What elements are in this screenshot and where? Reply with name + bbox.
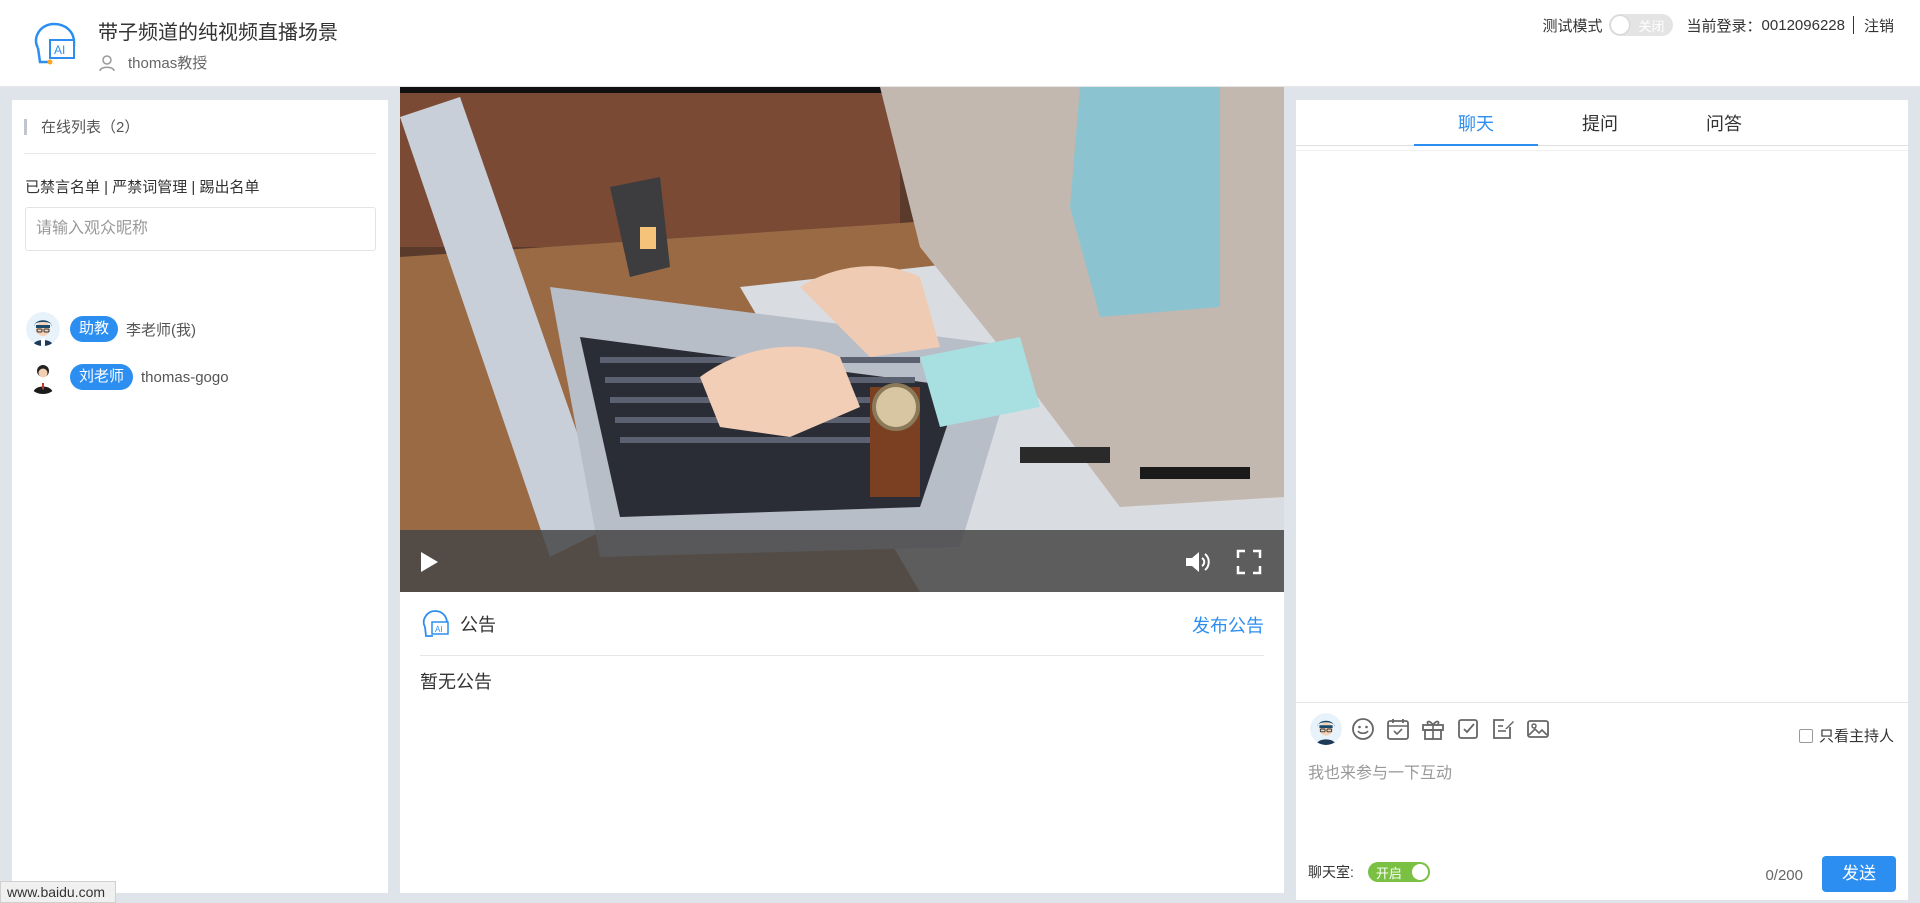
avatar (1310, 713, 1342, 745)
publish-notice-link[interactable]: 发布公告 (1192, 612, 1264, 638)
muted-list-link[interactable]: 已禁言名单 (25, 179, 100, 196)
banned-words-link[interactable]: 严禁词管理 (112, 179, 187, 196)
admin-links: 已禁言名单 | 严禁词管理 | 踢出名单 (25, 176, 260, 197)
fullscreen-icon[interactable] (1236, 549, 1262, 575)
kicked-list-link[interactable]: 踢出名单 (200, 179, 260, 196)
login-label: 当前登录： (1686, 17, 1762, 35)
status-bar-url: www.baidu.com (0, 881, 117, 903)
calendar-icon[interactable] (1385, 716, 1411, 742)
test-mode-label: 测试模式 (1542, 17, 1603, 35)
video-frame-image (400, 87, 1284, 592)
divider (24, 153, 376, 154)
notice-empty-text: 暂无公告 (420, 672, 492, 692)
avatar (26, 312, 60, 346)
link-separator: | (100, 179, 113, 196)
chat-input-area: 只看主持人 聊天室: 开启 0/200 发送 (1296, 702, 1908, 900)
tab-qa[interactable]: 问答 (1662, 110, 1786, 146)
chat-panel: 聊天 提问 问答 只看主持人 我也来参与一下互动 聊天室: 开启 0/200 发… (1296, 100, 1908, 900)
login-id: 0012096228 (1761, 16, 1845, 34)
play-icon[interactable] (418, 550, 440, 574)
checkbox-box[interactable] (1798, 728, 1813, 743)
test-mode-toggle[interactable]: 关闭 (1608, 14, 1673, 36)
chat-toolbar (1310, 713, 1560, 745)
avatar (26, 360, 60, 394)
emoji-icon[interactable] (1350, 716, 1376, 742)
list-item[interactable]: 刘老师 thomas-gogo (26, 360, 229, 394)
top-header: AI 带子频道的纯视频直播场景 thomas教授 测试模式 关闭 当前登录： 0… (0, 0, 1920, 87)
note-icon[interactable] (1490, 716, 1516, 742)
image-icon[interactable] (1525, 716, 1551, 742)
chatroom-label: 聊天室: (1308, 864, 1354, 880)
divider (1852, 16, 1854, 34)
link-separator: | (187, 179, 200, 196)
online-list-panel: 在线列表（2） 已禁言名单 | 严禁词管理 | 踢出名单 助教 李老师(我) 刘 (12, 100, 388, 893)
send-button[interactable]: 发送 (1822, 856, 1896, 892)
teacher-info: thomas教授 (98, 52, 207, 73)
page-title: 带子频道的纯视频直播场景 (98, 22, 338, 44)
header-bar (24, 118, 27, 135)
gift-icon[interactable] (1420, 716, 1446, 742)
svg-text:AI: AI (54, 43, 65, 57)
online-list-header: 在线列表（2） (24, 116, 139, 137)
list-item[interactable]: 助教 李老师(我) (26, 312, 196, 346)
chat-message-input[interactable] (1308, 759, 1896, 843)
divider (420, 655, 1264, 656)
chat-message-area[interactable] (1296, 150, 1908, 702)
volume-icon[interactable] (1184, 549, 1212, 575)
tab-chat[interactable]: 聊天 (1414, 110, 1538, 146)
video-controls (400, 530, 1284, 592)
chatroom-status: 聊天室: 开启 (1308, 862, 1430, 882)
notice-title: 公告 (460, 615, 496, 635)
notice-header: AI 公告 (420, 608, 496, 640)
role-badge: 刘老师 (70, 364, 134, 390)
host-only-checkbox[interactable]: 只看主持人 (1798, 725, 1894, 746)
user-name: 李老师(我) (126, 321, 197, 339)
user-icon (99, 54, 115, 71)
char-counter: 0/200 (1765, 867, 1803, 884)
toggle-knob (1610, 16, 1629, 34)
video-player[interactable] (400, 87, 1284, 592)
logout-link[interactable]: 注销 (1864, 15, 1894, 36)
chatroom-toggle-label: 开启 (1375, 866, 1402, 881)
user-name: thomas-gogo (141, 368, 229, 386)
audience-search-input[interactable] (25, 207, 376, 251)
notice-panel: AI 公告 发布公告 暂无公告 (400, 592, 1284, 893)
role-badge: 助教 (70, 316, 119, 342)
chat-tabs: 聊天 提问 问答 (1296, 100, 1908, 146)
test-mode-toggle-label: 关闭 (1638, 19, 1665, 34)
sign-in-icon[interactable] (1455, 716, 1481, 742)
toggle-knob (1411, 864, 1428, 880)
svg-text:AI: AI (435, 625, 443, 634)
online-list-title: 在线列表（2） (41, 119, 140, 136)
header-right: 测试模式 关闭 当前登录： 0012096228 注销 (1543, 14, 1894, 36)
ai-head-icon: AI (422, 610, 449, 637)
teacher-name: thomas教授 (128, 55, 208, 72)
tab-question[interactable]: 提问 (1538, 110, 1662, 146)
ai-head-logo-icon: AI (34, 22, 76, 65)
host-only-label: 只看主持人 (1818, 728, 1894, 745)
chatroom-toggle[interactable]: 开启 (1367, 862, 1430, 882)
